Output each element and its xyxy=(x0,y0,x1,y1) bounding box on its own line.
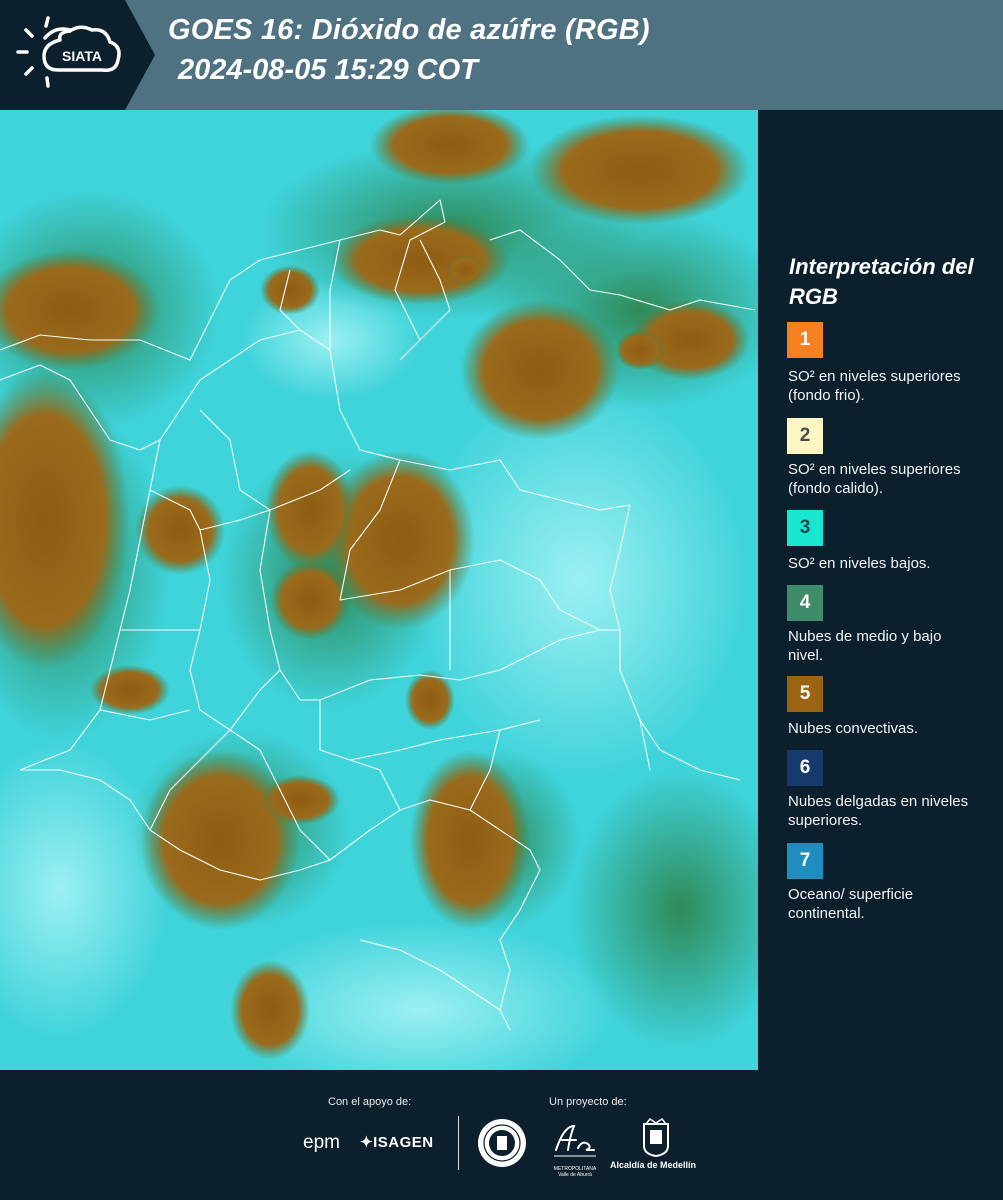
legend-label-7: Oceano/ superficie continental. xyxy=(788,886,914,922)
legend-number: 2 xyxy=(799,425,811,446)
legend-number: 6 xyxy=(799,757,811,778)
legend-label-6: Nubes delgadas en niveles superiores. xyxy=(788,793,969,829)
legend-swatch-2: 2 xyxy=(787,418,823,454)
header-bar: SIATA GOES 16: Dióxido de azúfre (RGB) 2… xyxy=(0,0,1003,110)
satellite-map xyxy=(0,110,758,1070)
legend-number: 7 xyxy=(799,850,811,871)
legend-label-2: SO² en niveles superiores (fondo calido)… xyxy=(788,461,961,497)
footer: Con el apoyo de: Un proyecto de: epm ✦IS… xyxy=(0,1070,1003,1200)
area-metropolitana-logo xyxy=(554,1124,596,1157)
legend-label-3: SO² en niveles bajos. xyxy=(788,555,931,572)
area-caption: METROPOLITANA Valle de Aburrá xyxy=(553,1166,597,1178)
legend-number: 1 xyxy=(799,329,811,350)
legend-label-1: SO² en niveles superiores (fondo frio). xyxy=(788,368,961,404)
siata-logo: SIATA xyxy=(0,0,155,110)
isagen-text: ISAGEN xyxy=(373,1134,434,1151)
legend-number: 3 xyxy=(799,517,811,538)
legend-number: 5 xyxy=(799,683,811,704)
legend-swatch-7: 7 xyxy=(787,843,823,879)
legend-label-5: Nubes convectivas. xyxy=(788,720,919,737)
svg-text:SIATA: SIATA xyxy=(62,48,102,64)
support-label: Con el apoyo de: xyxy=(328,1096,412,1108)
medellin-caption: Alcaldía de Medellín xyxy=(610,1160,697,1170)
isagen-logo: ✦ISAGEN xyxy=(360,1133,434,1151)
timestamp: 2024-08-05 15:29 COT xyxy=(178,54,478,86)
legend-swatch-5: 5 xyxy=(787,676,823,712)
legend-swatch-6: 6 xyxy=(787,750,823,786)
legend-title: Interpretación del RGB xyxy=(789,254,974,309)
project-label: Un proyecto de: xyxy=(549,1096,627,1108)
university-seal-icon xyxy=(478,1119,526,1167)
medellin-coat-of-arms-icon xyxy=(643,1118,669,1158)
legend-panel: Interpretación del RGB 1 SO² en niveles … xyxy=(760,110,1003,1070)
footer-divider xyxy=(458,1116,459,1170)
legend-number: 4 xyxy=(799,592,811,613)
epm-logo: epm xyxy=(303,1132,340,1153)
sun-cloud-icon: SIATA xyxy=(16,16,121,88)
page-title: GOES 16: Dióxido de azúfre (RGB) xyxy=(168,14,650,46)
isagen-mark-icon: ✦ xyxy=(360,1134,374,1151)
legend-swatch-1: 1 xyxy=(787,322,823,358)
legend-swatch-3: 3 xyxy=(787,510,823,546)
legend-label-4: Nubes de medio y bajo nivel. xyxy=(788,628,942,664)
legend-swatch-4: 4 xyxy=(787,585,823,621)
